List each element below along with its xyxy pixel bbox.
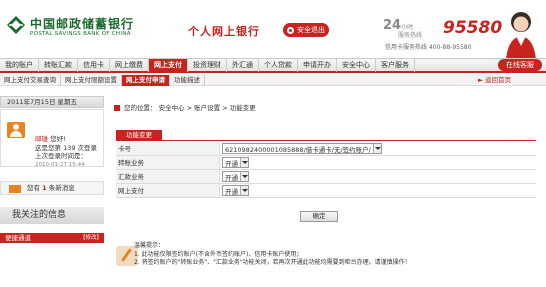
chevron-down-icon: [372, 144, 381, 153]
form-row-card: 卡号 6210982400001085888/借卡通卡/无/签约账户/: [116, 142, 536, 156]
user-info-text: 邮雄 您好! 这是您第 139 次登录 上次登录时间是： 2010-01-27 …: [35, 135, 97, 169]
section-title: 功能变更: [116, 130, 162, 140]
site-title: 个人网上银行: [188, 25, 260, 38]
remittance-business-label: 汇款业务: [116, 170, 220, 183]
message-post: 条新消息: [48, 184, 75, 192]
transfer-business-value: 开通: [225, 159, 238, 168]
back-home-link[interactable]: ► 返回首页: [478, 75, 511, 86]
nav-bill-pay[interactable]: 网上缴费: [110, 59, 149, 72]
message-notice[interactable]: 您有 1 条新消息: [0, 181, 104, 195]
nav-online-payment[interactable]: 网上支付: [149, 59, 188, 72]
section-divider: [116, 140, 536, 141]
subnav-payment-apply[interactable]: 网上支付申请: [122, 75, 170, 86]
quick-channel-bar: 便捷通道 【修改】: [0, 233, 104, 243]
online-payment-label: 网上支付: [116, 184, 220, 197]
postal-bank-logo-icon: [7, 16, 25, 34]
date-display: 2011年7月15日 星期五: [0, 96, 104, 108]
hotline-label: 服务热线: [398, 32, 423, 39]
logo-text-cn: 中国邮政储蓄银行: [30, 17, 135, 31]
form-row-remittance: 汇款业务 开通: [116, 170, 536, 184]
nav-my-account[interactable]: 我的账户: [0, 59, 39, 72]
last-login-label: 上次登录时间是：: [35, 152, 87, 160]
nav-customer-service[interactable]: 客户服务: [376, 59, 415, 72]
transfer-business-label: 转账业务: [116, 156, 220, 169]
login-count: 这是您第 139 次登录: [35, 143, 98, 152]
breadcrumb-text: 您的位置： 安全中心 > 账户设置 > 功能变更: [124, 104, 256, 112]
message-pre: 您有: [27, 184, 40, 192]
main-nav: 我的账户 转账汇款 信用卡 网上缴费 网上支付 投资理财 外汇通 个人贷款 申请…: [0, 58, 546, 73]
subnav-function-desc[interactable]: 功能描述: [170, 75, 205, 86]
quick-channel-title: 便捷通道: [5, 234, 31, 242]
subnav-payment-query[interactable]: 网上支付交易查询: [0, 75, 61, 86]
logo-text-en: POSTAL SAVINGS BANK OF CHINA: [30, 31, 131, 37]
form-row-online-payment: 网上支付 开通: [116, 184, 536, 198]
message-count: 1: [42, 184, 47, 192]
confirm-button[interactable]: 确定: [300, 211, 338, 222]
nav-investment[interactable]: 投资理财: [188, 59, 227, 72]
nav-transfer[interactable]: 转账汇款: [39, 59, 78, 72]
nav-apply[interactable]: 申请开办: [298, 59, 337, 72]
tips-block: 温馨提示： 1. 此功能仅限签约账户(不含外币签约账户)、信用卡账户使用； 2.…: [134, 242, 411, 268]
last-login-time: 2010-01-27 15:44: [35, 161, 85, 168]
user-info-box: 邮雄 您好! 这是您第 139 次登录 上次登录时间是： 2010-01-27 …: [0, 109, 104, 169]
back-home-label: 返回首页: [485, 76, 512, 84]
location-icon: [114, 105, 120, 111]
nav-forex[interactable]: 外汇通: [227, 59, 259, 72]
logout-label: 安全退出: [297, 26, 325, 34]
sub-nav: 网上支付交易查询 网上支付限额设置 网上支付申请 功能描述: [0, 75, 546, 86]
form-row-transfer: 转账业务 开通: [116, 156, 536, 170]
nav-credit-card[interactable]: 信用卡: [78, 59, 110, 72]
header: 中国邮政储蓄银行 POSTAL SAVINGS BANK OF CHINA 个人…: [0, 0, 546, 60]
follow-info-title: 我关注的信息: [0, 207, 104, 224]
online-cs-button[interactable]: 在线客服: [498, 59, 542, 71]
tip-item: 2. 将签约账户的"转账业务"、"汇款业务"功能关闭，若再次开通此功能均需要到柜…: [134, 259, 411, 266]
remittance-business-value: 开通: [225, 173, 238, 182]
quick-channel-edit-link[interactable]: 【修改】: [80, 233, 102, 243]
logout-button[interactable]: 安全退出: [283, 23, 329, 37]
mail-icon: [9, 185, 21, 193]
card-number-value: 6210982400001085888/借卡通卡/无/签约账户/: [225, 145, 371, 154]
customer-service-agent-icon: [506, 12, 536, 60]
tips-title: 温馨提示：: [134, 242, 165, 249]
sidebar: 2011年7月15日 星期五 邮雄 您好! 这是您第 139 次登录 上次登录时…: [0, 96, 104, 287]
card-number-select[interactable]: 6210982400001085888/借卡通卡/无/签约账户/: [222, 143, 382, 154]
card-hotline: 信用卡服务热线 400-88-95580: [385, 44, 472, 51]
chevron-down-icon: [240, 186, 248, 195]
breadcrumb: 您的位置： 安全中心 > 账户设置 > 功能变更: [114, 102, 256, 112]
remittance-business-select[interactable]: 开通: [222, 171, 249, 182]
tip-item: 1. 此功能仅限签约账户(不含外币签约账户)、信用卡账户使用；: [134, 250, 303, 258]
online-payment-select[interactable]: 开通: [222, 185, 249, 196]
transfer-business-select[interactable]: 开通: [222, 157, 249, 168]
user-name: 邮雄: [35, 135, 48, 143]
greeting: 您好!: [50, 135, 66, 143]
card-number-label: 卡号: [116, 142, 220, 155]
hotline-number: 95580: [443, 18, 503, 38]
user-avatar-icon: [7, 122, 25, 138]
chevron-down-icon: [240, 158, 248, 167]
chevron-down-icon: [240, 172, 248, 181]
online-payment-value: 开通: [225, 187, 238, 196]
main-content: 您的位置： 安全中心 > 账户设置 > 功能变更 功能变更 卡号 6210982…: [104, 96, 546, 287]
logout-icon: [287, 26, 294, 34]
function-change-form: 卡号 6210982400001085888/借卡通卡/无/签约账户/ 转账业务…: [116, 142, 536, 198]
nav-security-center[interactable]: 安全中心: [337, 59, 376, 72]
nav-personal-loan[interactable]: 个人贷款: [259, 59, 298, 72]
subnav-limit-setting[interactable]: 网上支付限额设置: [61, 75, 122, 86]
